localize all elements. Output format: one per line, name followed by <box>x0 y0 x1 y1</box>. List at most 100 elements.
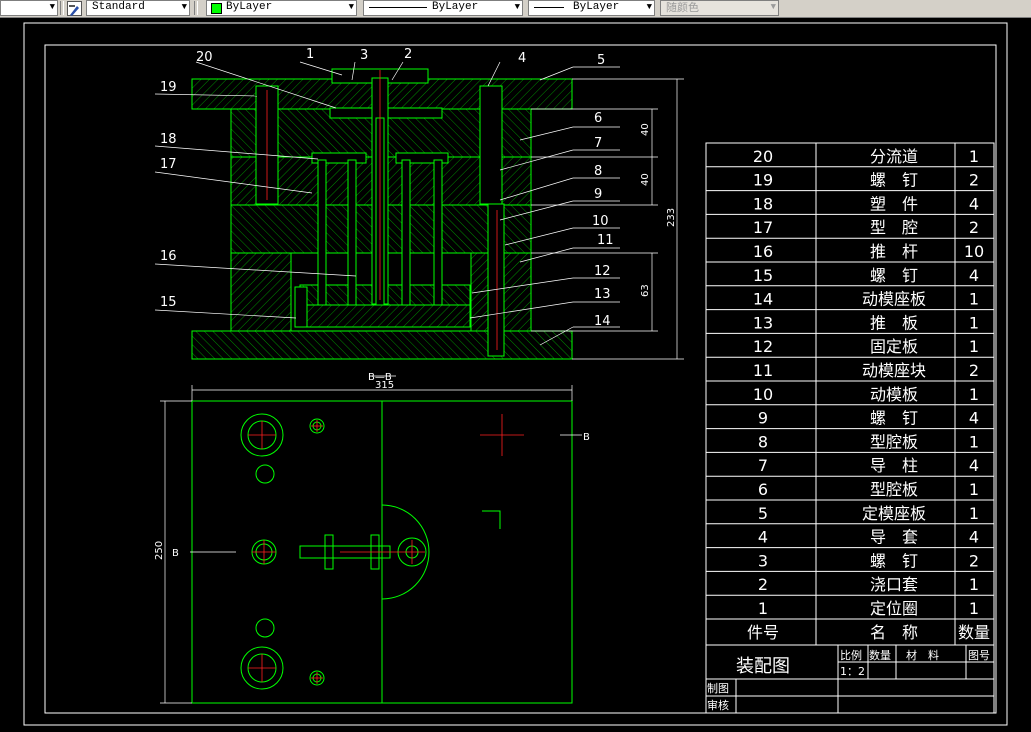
bom-cell-qty: 2 <box>969 218 979 237</box>
leader-16: 16 <box>160 249 177 264</box>
bom-cell-no: 6 <box>758 480 768 499</box>
color-swatch-icon <box>211 3 222 14</box>
leader-3: 3 <box>360 48 368 63</box>
leader-2: 2 <box>404 47 412 62</box>
leader-10: 10 <box>592 214 609 229</box>
leader-1: 1 <box>306 47 314 62</box>
bom-cell-qty: 1 <box>969 599 979 618</box>
text-style-dropdown[interactable]: Standard ▼ <box>86 0 190 16</box>
bom-cell-name: 推 杆 <box>870 242 918 261</box>
bom-header-qty: 数量 <box>958 623 990 642</box>
dim-63: 63 <box>640 284 651 297</box>
qty-label: 数量 <box>869 649 891 662</box>
leader-20: 20 <box>196 50 213 65</box>
bom-cell-no: 8 <box>758 432 768 451</box>
bom-cell-qty: 4 <box>969 266 979 285</box>
dim-233: 233 <box>666 208 677 227</box>
chevron-down-icon: ▼ <box>646 2 652 12</box>
bom-cell-no: 3 <box>758 551 768 570</box>
bom-cell-name: 型腔板 <box>870 432 918 451</box>
toolbar-separator <box>60 1 64 15</box>
bom-cell-no: 1 <box>758 599 768 618</box>
linetype-dropdown[interactable]: ByLayer ▼ <box>363 0 523 16</box>
bom-cell-qty: 10 <box>964 242 984 261</box>
previous-dropdown[interactable]: ▼ <box>0 0 58 16</box>
bom-cell-no: 13 <box>753 313 773 332</box>
bom-cell-name: 定模座板 <box>862 504 926 523</box>
spacer-block-left <box>230 252 292 332</box>
linetype-value: ByLayer <box>432 1 479 13</box>
chevron-down-icon: ▼ <box>49 2 55 12</box>
linetype-sample-icon <box>369 7 427 8</box>
toolbar-separator <box>194 1 198 15</box>
material-label: 材 料 <box>906 648 939 662</box>
bom-cell-no: 2 <box>758 575 768 594</box>
bom-cell-no: 19 <box>753 171 773 190</box>
drawing-canvas[interactable]: 20 1 3 2 4 5 6 7 8 9 10 11 12 13 14 15 1… <box>0 17 1031 728</box>
bom-cell-qty: 2 <box>969 171 979 190</box>
bom-cell-qty: 1 <box>969 313 979 332</box>
bom-cell-name: 定位圈 <box>870 599 918 618</box>
bom-header-no: 件号 <box>747 623 779 642</box>
bom-cell-no: 16 <box>753 242 773 261</box>
bom-cell-qty: 1 <box>969 290 979 309</box>
bom-cell-no: 5 <box>758 504 768 523</box>
chevron-down-icon: ▼ <box>770 2 776 12</box>
bom-cell-no: 7 <box>758 456 768 475</box>
bom-cell-qty: 2 <box>969 551 979 570</box>
leader-15: 15 <box>160 295 177 310</box>
dim-40-lower: 40 <box>640 173 651 186</box>
leader-6: 6 <box>594 111 602 126</box>
leader-18: 18 <box>160 132 177 147</box>
check-label: 审核 <box>707 698 729 712</box>
ejector-plate-13 <box>299 304 471 328</box>
bom-cell-no: 14 <box>753 290 773 309</box>
color-value: ByLayer <box>226 1 273 13</box>
section-mark-right: B <box>583 432 590 443</box>
bom-cell-name: 导 套 <box>870 528 918 547</box>
plot-style-value: 随颜色 <box>666 1 699 14</box>
bom-cell-no: 18 <box>753 194 773 213</box>
bom-cell-name: 型 腔 <box>870 218 918 237</box>
dim-40-upper: 40 <box>640 123 651 136</box>
bom-cell-qty: 1 <box>969 147 979 166</box>
lineweight-value: ByLayer <box>573 1 620 13</box>
bom-cell-qty: 1 <box>969 504 979 523</box>
bom-header-name: 名 称 <box>870 623 918 642</box>
bom-cell-qty: 1 <box>969 385 979 404</box>
scale-value: 1：2 <box>840 665 865 678</box>
bom-cell-name: 导 柱 <box>870 456 918 475</box>
bom-cell-no: 17 <box>753 218 773 237</box>
drawing-svg: 20 1 3 2 4 5 6 7 8 9 10 11 12 13 14 15 1… <box>23 22 1008 726</box>
bom-cell-name: 螺 钉 <box>870 409 918 428</box>
bom-cell-no: 10 <box>753 385 773 404</box>
bom-cell-no: 11 <box>753 361 773 380</box>
chevron-down-icon: ▼ <box>514 2 520 12</box>
lineweight-dropdown[interactable]: ByLayer ▼ <box>528 0 655 16</box>
section-title: B—B <box>368 372 392 383</box>
text-style-value: Standard <box>92 1 145 13</box>
bom-cell-qty: 1 <box>969 480 979 499</box>
guide-pin-right <box>487 203 505 357</box>
plot-style-dropdown[interactable]: 随颜色 ▼ <box>660 0 779 16</box>
bom-cell-no: 4 <box>758 528 768 547</box>
leader-5: 5 <box>597 53 605 68</box>
bom-cell-name: 型腔板 <box>870 480 918 499</box>
bom-cell-name: 塑 件 <box>870 194 918 213</box>
screw-15 <box>294 286 308 328</box>
drawn-label: 制图 <box>707 682 729 695</box>
properties-toolbar: ▼ Standard ▼ ByLayer ▼ ByLayer ▼ ByLayer… <box>0 0 1031 18</box>
leader-8: 8 <box>594 164 602 179</box>
leader-14: 14 <box>594 314 611 329</box>
leader-12: 12 <box>594 264 611 279</box>
bom-cell-name: 螺 钉 <box>870 551 918 570</box>
bom-cell-no: 12 <box>753 337 773 356</box>
bom-cell-name: 螺 钉 <box>870 171 918 190</box>
color-dropdown[interactable]: ByLayer ▼ <box>206 0 357 16</box>
text-style-icon[interactable] <box>67 1 82 16</box>
bom-table <box>705 142 995 646</box>
leader-4: 4 <box>518 51 526 66</box>
bottom-clamp-plate <box>191 330 573 360</box>
leader-17: 17 <box>160 157 177 172</box>
bom-cell-qty: 4 <box>969 528 979 547</box>
